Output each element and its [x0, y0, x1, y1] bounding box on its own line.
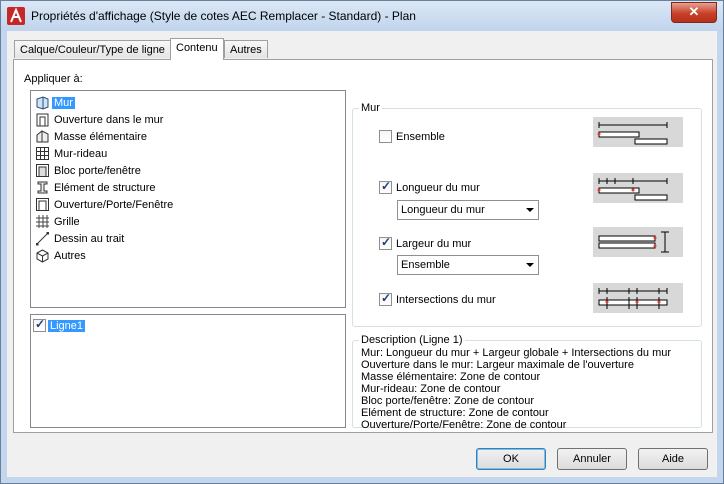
tab-panel-content: Appliquer à: Mur Ouverture dans le mur M… [13, 59, 713, 433]
tab-content[interactable]: Contenu [170, 38, 224, 60]
description-line: Mur: Longueur du mur + Largeur globale +… [361, 347, 672, 359]
lines-listbox[interactable]: Ligne1 [30, 314, 346, 428]
list-item-element-de-structure[interactable]: Elément de structure [35, 179, 158, 196]
close-icon: ✕ [688, 4, 700, 19]
close-button[interactable]: ✕ [671, 2, 717, 23]
list-item-label: Ligne1 [48, 319, 86, 332]
grid-icon [36, 215, 49, 228]
chevron-down-icon [526, 208, 534, 212]
description-line: Mur-rideau: Zone de contour [361, 383, 501, 395]
largeur-select[interactable]: Ensemble [397, 255, 539, 275]
linework-icon [36, 232, 49, 246]
largeur-preview-icon [593, 227, 683, 257]
longueur-label: Longueur du mur [396, 182, 480, 194]
description-line: Masse élémentaire: Zone de contour [361, 371, 541, 383]
window-title: Propriétés d'affichage (Style de cotes A… [31, 9, 416, 23]
longueur-preview-icon [593, 173, 683, 203]
description-line: Elément de structure: Zone de contour [361, 407, 549, 419]
list-item-label: Mur [52, 96, 75, 109]
mur-group-title: Mur [359, 102, 382, 114]
description-group-title: Description (Ligne 1) [359, 334, 465, 346]
longueur-select-value: Longueur du mur [401, 204, 485, 216]
structural-member-icon [37, 181, 48, 194]
ensemble-label: Ensemble [396, 131, 445, 143]
ok-button[interactable]: OK [476, 448, 546, 470]
list-item-label: Ouverture/Porte/Fenêtre [54, 198, 174, 211]
cancel-button[interactable]: Annuler [557, 448, 627, 470]
list-item-label: Ouverture dans le mur [54, 113, 164, 126]
mur-groupbox: Mur Ensemble Longueur du mur Longueur du… [352, 102, 702, 327]
ensemble-preview-icon [593, 117, 683, 147]
intersections-label: Intersections du mur [396, 294, 496, 306]
autocad-logo-icon [7, 7, 25, 25]
apply-to-label: Appliquer à: [24, 73, 83, 85]
ensemble-checkbox[interactable] [379, 130, 392, 143]
mass-element-icon [36, 130, 49, 143]
description-groupbox: Description (Ligne 1) Mur: Longueur du m… [352, 334, 702, 431]
intersections-preview-icon [593, 283, 683, 313]
wall-opening-icon [36, 113, 49, 127]
ligne1-checkbox[interactable] [33, 317, 46, 332]
tab-other[interactable]: Autres [224, 40, 268, 58]
largeur-checkbox[interactable] [379, 235, 392, 250]
list-item-ligne1[interactable]: Ligne1 [33, 317, 86, 334]
list-item-autres[interactable]: Autres [35, 247, 88, 264]
dialog-client-area: Calque/Couleur/Type de ligne Contenu Aut… [7, 31, 717, 477]
list-item-mur-rideau[interactable]: Mur-rideau [35, 145, 109, 162]
description-line: Bloc porte/fenêtre: Zone de contour [361, 395, 535, 407]
description-line: Ouverture/Porte/Fenêtre: Zone de contour [361, 419, 567, 431]
chevron-down-icon [526, 263, 534, 267]
tab-label: Contenu [176, 42, 218, 54]
opening-door-window-icon [36, 198, 49, 211]
help-button[interactable]: Aide [638, 448, 708, 470]
list-item-mur[interactable]: Mur [35, 94, 75, 111]
list-item-bloc-porte-fenetre[interactable]: Bloc porte/fenêtre [35, 162, 143, 179]
curtain-wall-icon [36, 147, 49, 160]
tab-layer-color-linetype[interactable]: Calque/Couleur/Type de ligne [14, 40, 171, 58]
longueur-checkbox[interactable] [379, 179, 392, 194]
door-window-block-icon [36, 164, 49, 177]
list-item-label: Mur-rideau [54, 147, 108, 160]
list-item-label: Autres [54, 249, 86, 262]
list-item-label: Bloc porte/fenêtre [54, 164, 141, 177]
list-item-grille[interactable]: Grille [35, 213, 82, 230]
description-line: Ouverture dans le mur: Largeur maximale … [361, 359, 634, 371]
list-item-label: Elément de structure [54, 181, 156, 194]
list-item-ouverture-dans-le-mur[interactable]: Ouverture dans le mur [35, 111, 165, 128]
apply-to-listbox[interactable]: Mur Ouverture dans le mur Masse élémenta… [30, 90, 346, 308]
list-item-label: Grille [54, 215, 80, 228]
others-icon [36, 249, 49, 263]
intersections-checkbox[interactable] [379, 291, 392, 306]
dialog-window: Propriétés d'affichage (Style de cotes A… [0, 0, 724, 484]
list-item-ouverture-porte-fenetre[interactable]: Ouverture/Porte/Fenêtre [35, 196, 175, 213]
list-item-label: Masse élémentaire [54, 130, 147, 143]
list-item-dessin-au-trait[interactable]: Dessin au trait [35, 230, 126, 247]
largeur-label: Largeur du mur [396, 238, 472, 250]
largeur-select-value: Ensemble [401, 259, 450, 271]
list-item-masse-elementaire[interactable]: Masse élémentaire [35, 128, 149, 145]
title-bar[interactable]: Propriétés d'affichage (Style de cotes A… [1, 1, 723, 31]
wall-icon [36, 96, 49, 110]
list-item-label: Dessin au trait [54, 232, 125, 245]
tab-label: Calque/Couleur/Type de ligne [20, 44, 165, 56]
longueur-select[interactable]: Longueur du mur [397, 200, 539, 220]
tab-label: Autres [230, 44, 262, 56]
